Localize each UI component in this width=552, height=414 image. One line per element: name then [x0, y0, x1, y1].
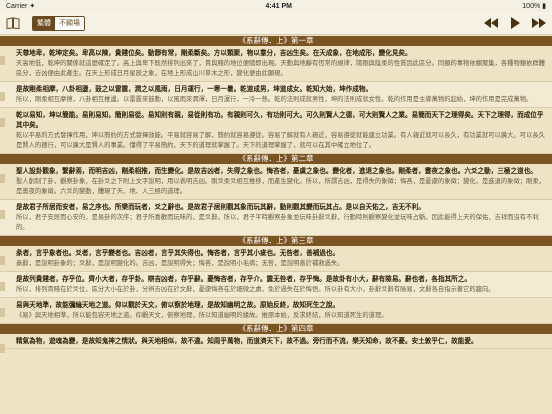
verse-marker [0, 108, 9, 153]
verse-block[interactable]: 聖人設卦觀象，繫辭焉，而明吉凶，剛柔相推，而生變化。是故吉凶者，失得之象也。悔吝… [0, 164, 552, 200]
verse-marker [0, 46, 9, 81]
verse-block[interactable]: 是故剛柔相摩，八卦相盪，鼓之以雷霆，潤之以風雨，日月運行，一寒一暑。乾道成男，坤… [0, 82, 552, 108]
verse-block[interactable]: 是故君子所居而安者，易之序也。所樂而玩者，爻之辭也。是故君子居則觀其象而玩其辭，… [0, 200, 552, 236]
verse-marker [0, 298, 9, 323]
battery-indicator: 100% ▮ [522, 3, 546, 10]
status-bar: Carrier ✦ 4:41 PM 100% ▮ [0, 0, 552, 12]
verse-translation: 所以，排列貴賤在於爻位，區分大小在於卦，分辨吉凶在於文辭，憂慮悔吝在於細微之處，… [16, 286, 495, 293]
verse-block[interactable]: 乾以易知，坤以簡能。易則易知，簡則易從。易知則有親，易從則有功。有親則可久，有功… [0, 108, 552, 154]
verse-marker [0, 272, 9, 297]
verse-marker [0, 246, 9, 271]
seg-hide[interactable]: 不顯場 [55, 16, 84, 30]
verse-original: 乾以易知，坤以簡能。易則易知，簡則易從。易知則有親，易從則有功。有親則可久，有功… [16, 111, 544, 129]
rewind-icon[interactable] [484, 17, 498, 29]
verse-marker [0, 334, 9, 353]
verse-original: 易與天地準，故能彌綸天地之道。仰以觀於天文，俯以察於地理，是故知幽明之故。原始反… [16, 301, 340, 309]
verse-marker [0, 200, 9, 235]
verse-block[interactable]: 是故列貴賤者，存乎位。齊小大者，存乎卦。辯吉凶者，存乎辭。憂悔吝者，存乎介。震无… [0, 272, 552, 298]
verse-original: 是故剛柔相摩，八卦相盪，鼓之以雷霆，潤之以風雨，日月運行，一寒一暑。乾道成男，坤… [16, 85, 373, 93]
verse-block[interactable]: 彖者，言乎象者也。爻者，言乎變者也。吉凶者，言乎其失得也。悔吝者，言乎其小疵也。… [0, 246, 552, 272]
verse-original: 天尊地卑，乾坤定矣。卑高以陳，貴賤位矣。動靜有常，剛柔斷矣。方以類聚，物以羣分，… [16, 49, 412, 57]
carrier-label: Carrier ✦ [6, 3, 36, 10]
verse-marker [0, 164, 9, 199]
verse-block[interactable]: 精氣為物，遊魂為變，是故知鬼神之情狀。與天地相似，故不違。知周乎萬物，而道濟天下… [0, 334, 552, 353]
fast-forward-icon[interactable] [532, 17, 546, 29]
clock: 4:41 PM [265, 2, 292, 10]
verse-original: 聖人設卦觀象，繫辭焉，而明吉凶，剛柔相推，而生變化。是故吉凶者，失得之象也。悔吝… [16, 167, 537, 175]
chapter-header: 《系辭傳．上》第一章 [0, 36, 552, 46]
reader-content[interactable]: 《系辭傳．上》第一章 天尊地卑，乾坤定矣。卑高以陳，貴賤位矣。動靜有常，剛柔斷矣… [0, 36, 552, 414]
script-toggle: 繁體 不顯場 [32, 15, 85, 31]
verse-original: 是故君子所居而安者，易之序也。所樂而玩者，爻之辭也。是故君子居則觀其象而玩其辭，… [16, 203, 425, 211]
verse-original: 彖者，言乎象者也。爻者，言乎變者也。吉凶者，言乎其失得也。悔吝者，言乎其小疵也。… [16, 249, 340, 257]
book-icon[interactable] [6, 17, 20, 29]
verse-original: 是故列貴賤者，存乎位。齊小大者，存乎卦。辯吉凶者，存乎辭。憂悔吝者，存乎介。震无… [16, 275, 471, 283]
wifi-icon: ✦ [29, 3, 36, 10]
verse-translation: 彖辭，是說明卦象的；爻辭，是說明變化的。吉凶，是說明得失；悔吝，是說明小毛病；无… [16, 260, 344, 267]
verse-translation: 《易》與天地相準，所以能包容天地之道。仰觀天文，俯察地理，所以知道幽明的緣故。推… [16, 312, 388, 319]
verse-translation: 天高地低，乾坤的關係就這麼確定了。高上與卑下既然排列出來了，貴與賤的地位便隨即出… [16, 60, 545, 77]
verse-block[interactable]: 易與天地準，故能彌綸天地之道。仰以觀於天文，俯以察於地理，是故知幽明之故。原始反… [0, 298, 552, 324]
play-icon[interactable] [508, 17, 522, 29]
verse-translation: 聖人創制了卦，觀察卦象，在卦爻之下附上文字說明，用以表明吉凶。剛爻柔爻相互推移，… [16, 178, 545, 195]
verse-marker [0, 82, 9, 107]
playback-controls [484, 17, 546, 29]
reader-toolbar: 繁體 不顯場 [0, 12, 552, 35]
verse-translation: 所以，君子安居而心安的，是易卦的次序；君子所喜歡而玩味的，是爻辭。所以，君子平時… [16, 214, 539, 231]
verse-translation: 乾以平易的方式發揮作用，坤以簡約的方式發揮效能。平易就容易了解，簡約就容易遵從。… [16, 132, 545, 149]
chapter-header: 《系辭傳．上》第三章 [0, 236, 552, 246]
verse-original: 精氣為物，遊魂為變，是故知鬼神之情狀。與天地相似，故不違。知周乎萬物，而道濟天下… [16, 337, 478, 345]
verse-translation: 所以，剛柔相互摩擦，八卦相互推盪。以雷霆來鼓動，以風雨來潤澤，日月運行，一冷一熱… [16, 96, 533, 103]
chapter-header: 《系辭傳．上》第四章 [0, 324, 552, 334]
seg-traditional[interactable]: 繁體 [33, 16, 55, 30]
chapter-header: 《系辭傳．上》第二章 [0, 154, 552, 164]
verse-block[interactable]: 天尊地卑，乾坤定矣。卑高以陳，貴賤位矣。動靜有常，剛柔斷矣。方以類聚，物以羣分，… [0, 46, 552, 82]
